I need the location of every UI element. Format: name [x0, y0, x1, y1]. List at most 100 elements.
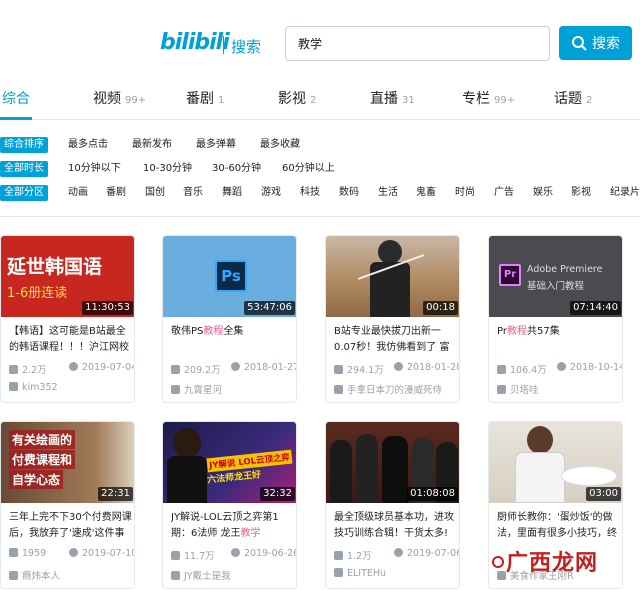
tab-all[interactable]: 综合 [2, 88, 30, 108]
sort-filter-row: 综合排序 最多点击 最新发布 最多弹幕 最多收藏 [0, 133, 640, 157]
video-meta: 11.7万 2019-06-26 [171, 548, 297, 562]
sort-option[interactable]: 最多点击 [68, 137, 108, 153]
title-text: 共57集 [526, 326, 560, 337]
title-text: 全集 [223, 326, 244, 337]
zone-option[interactable]: 纪录片 [610, 185, 640, 201]
video-thumbnail[interactable]: 00:18 [326, 236, 459, 317]
video-title[interactable]: 三年上完不下30个付费网课后，我放弃了'速成'这件事 [9, 510, 133, 542]
filter-panel: 综合排序 最多点击 最新发布 最多弹幕 最多收藏 全部时长 10分钟以下 10-… [0, 133, 640, 205]
tab-article[interactable]: 专栏 99+ [462, 88, 515, 108]
sort-option[interactable]: 最多收藏 [260, 137, 300, 153]
site-watermark: 广西龙网 [492, 545, 598, 577]
video-card[interactable]: Ps 53:47:06 敬伟PS教程全集 209.2万 2018-01-27 九… [162, 235, 297, 403]
uploader[interactable]: 贝塔哇 [497, 382, 539, 396]
video-thumbnail[interactable]: Ps 53:47:06 [163, 236, 296, 317]
video-thumbnail[interactable]: 03:00 [489, 422, 622, 503]
photoshop-icon: Ps [215, 260, 247, 292]
active-tab-underline [0, 117, 32, 120]
zone-option[interactable]: 数码 [339, 185, 359, 201]
host-body [167, 456, 207, 503]
bilibili-logo[interactable]: bilibili [160, 30, 230, 55]
uploader[interactable]: kim352 [9, 382, 58, 393]
user-icon [334, 568, 343, 577]
search-input[interactable] [285, 26, 550, 61]
video-thumbnail[interactable]: 01:08:08 [326, 422, 459, 503]
zone-option[interactable]: 广告 [494, 185, 514, 201]
video-title[interactable]: JY解说-LOL云顶之弈第1期：6法师 龙王教学 [171, 510, 295, 542]
video-thumbnail[interactable]: 延世韩国语 1-6册连读 11:30:53 [1, 236, 134, 317]
zone-option[interactable]: 时尚 [455, 185, 475, 201]
video-title[interactable]: 最全顶级球员基本功，进攻技巧训练合辑！干货太多! [334, 510, 458, 542]
tab-film[interactable]: 影视 2 [278, 88, 316, 108]
video-meta: 1959 2019-07-10 [9, 548, 134, 559]
zone-option[interactable]: 动画 [68, 185, 88, 201]
video-card[interactable]: 01:08:08 最全顶级球员基本功，进攻技巧训练合辑！干货太多! 1.2万 2… [325, 421, 460, 589]
duration-option[interactable]: 10分钟以下 [68, 161, 121, 177]
upload-date: 2019-07-04 [69, 362, 134, 373]
uploader[interactable]: ELITEHu [334, 568, 386, 579]
tab-count: 1 [218, 95, 225, 106]
title-text: B站专业最快拔刀出新一0.07秒！我仿佛看到了 富 [334, 326, 450, 353]
video-title[interactable]: Pr教程共57集 [497, 324, 621, 356]
video-card[interactable]: 00:18 B站专业最快拔刀出新一0.07秒！我仿佛看到了 富 294.1万 2… [325, 235, 460, 403]
user-icon [497, 385, 506, 394]
zone-option[interactable]: 娱乐 [533, 185, 553, 201]
video-title[interactable]: 厨师长教你：'蛋炒饭'的做法，里面有很多小技巧，终 [497, 510, 621, 542]
duration-option[interactable]: 30-60分钟 [212, 161, 261, 177]
video-card[interactable]: 延世韩国语 1-6册连读 11:30:53 【韩语】这可能是B站最全的韩语课程！… [0, 235, 135, 403]
video-thumbnail[interactable]: 有关绘画的 付费课程和 自学心态 22:31 [1, 422, 134, 503]
chef-body [515, 452, 565, 503]
uploader[interactable]: 手拿日本刀的漫威死侍 [334, 382, 442, 396]
upload-date: 2018-01-28 [394, 362, 459, 373]
sort-option[interactable]: 最新发布 [132, 137, 172, 153]
views: 1959 [9, 548, 46, 559]
zone-option[interactable]: 舞蹈 [222, 185, 242, 201]
video-thumbnail[interactable]: Pr Adobe Premiere 基础入门教程 07:14:40 [489, 236, 622, 317]
uploader[interactable]: 九霄星河 [171, 382, 222, 396]
zone-option[interactable]: 国创 [145, 185, 165, 201]
zone-option[interactable]: 生活 [378, 185, 398, 201]
zone-badge[interactable]: 全部分区 [0, 185, 48, 201]
duration-option[interactable]: 60分钟以上 [282, 161, 335, 177]
search-button[interactable]: 搜索 [559, 26, 632, 60]
video-thumbnail[interactable]: JY解说 LOL云顶之弈 六法师龙王好 32:32 [163, 422, 296, 503]
zone-option[interactable]: 音乐 [183, 185, 203, 201]
zone-option[interactable]: 游戏 [261, 185, 281, 201]
sort-option[interactable]: 最多弹幕 [196, 137, 236, 153]
tab-topic[interactable]: 话题 2 [554, 88, 592, 108]
host-head [173, 428, 201, 458]
title-text: 【韩语】这可能是B站最全的韩语课程！！！沪江网校 [9, 326, 129, 353]
uploader[interactable]: 瘾炜本人 [9, 568, 60, 582]
tab-count: 2 [586, 95, 593, 106]
play-icon [334, 365, 343, 374]
video-card[interactable]: 有关绘画的 付费课程和 自学心态 22:31 三年上完不下30个付费网课后，我放… [0, 421, 135, 589]
duration-badge[interactable]: 全部时长 [0, 161, 48, 177]
tab-bangumi[interactable]: 番剧 1 [186, 88, 224, 108]
tab-live[interactable]: 直播 31 [370, 88, 415, 108]
player-figure [382, 436, 408, 503]
video-title[interactable]: 敬伟PS教程全集 [171, 324, 295, 356]
zone-option[interactable]: 影视 [571, 185, 591, 201]
date-text: 2019-06-26 [244, 548, 297, 559]
zone-option[interactable]: 番剧 [106, 185, 126, 201]
video-card[interactable]: JY解说 LOL云顶之弈 六法师龙王好 32:32 JY解说-LOL云顶之弈第1… [162, 421, 297, 589]
uploader-name: 瘾炜本人 [22, 571, 61, 582]
tab-label: 直播 [370, 91, 398, 107]
video-meta: 1.2万 2019-07-06 [334, 548, 459, 562]
video-title[interactable]: B站专业最快拔刀出新一0.07秒！我仿佛看到了 富 [334, 324, 458, 356]
uploader[interactable]: JY戴士是我 [171, 568, 231, 582]
zone-option[interactable]: 科技 [300, 185, 320, 201]
zone-option[interactable]: 鬼畜 [416, 185, 436, 201]
play-icon [497, 365, 506, 374]
views: 106.4万 [497, 365, 547, 376]
video-title[interactable]: 【韩语】这可能是B站最全的韩语课程！！！沪江网校 [9, 324, 133, 356]
tab-count: 99+ [494, 95, 516, 106]
tab-video[interactable]: 视频 99+ [93, 88, 146, 108]
video-card[interactable]: Pr Adobe Premiere 基础入门教程 07:14:40 Pr教程共5… [488, 235, 623, 403]
thumbnail-sub-text: 自学心态 [9, 470, 64, 489]
sort-badge[interactable]: 综合排序 [0, 137, 48, 153]
person-head [378, 240, 402, 264]
upload-date: 2018-01-27 [231, 362, 296, 373]
duration-option[interactable]: 10-30分钟 [143, 161, 192, 177]
clock-icon [557, 362, 566, 371]
